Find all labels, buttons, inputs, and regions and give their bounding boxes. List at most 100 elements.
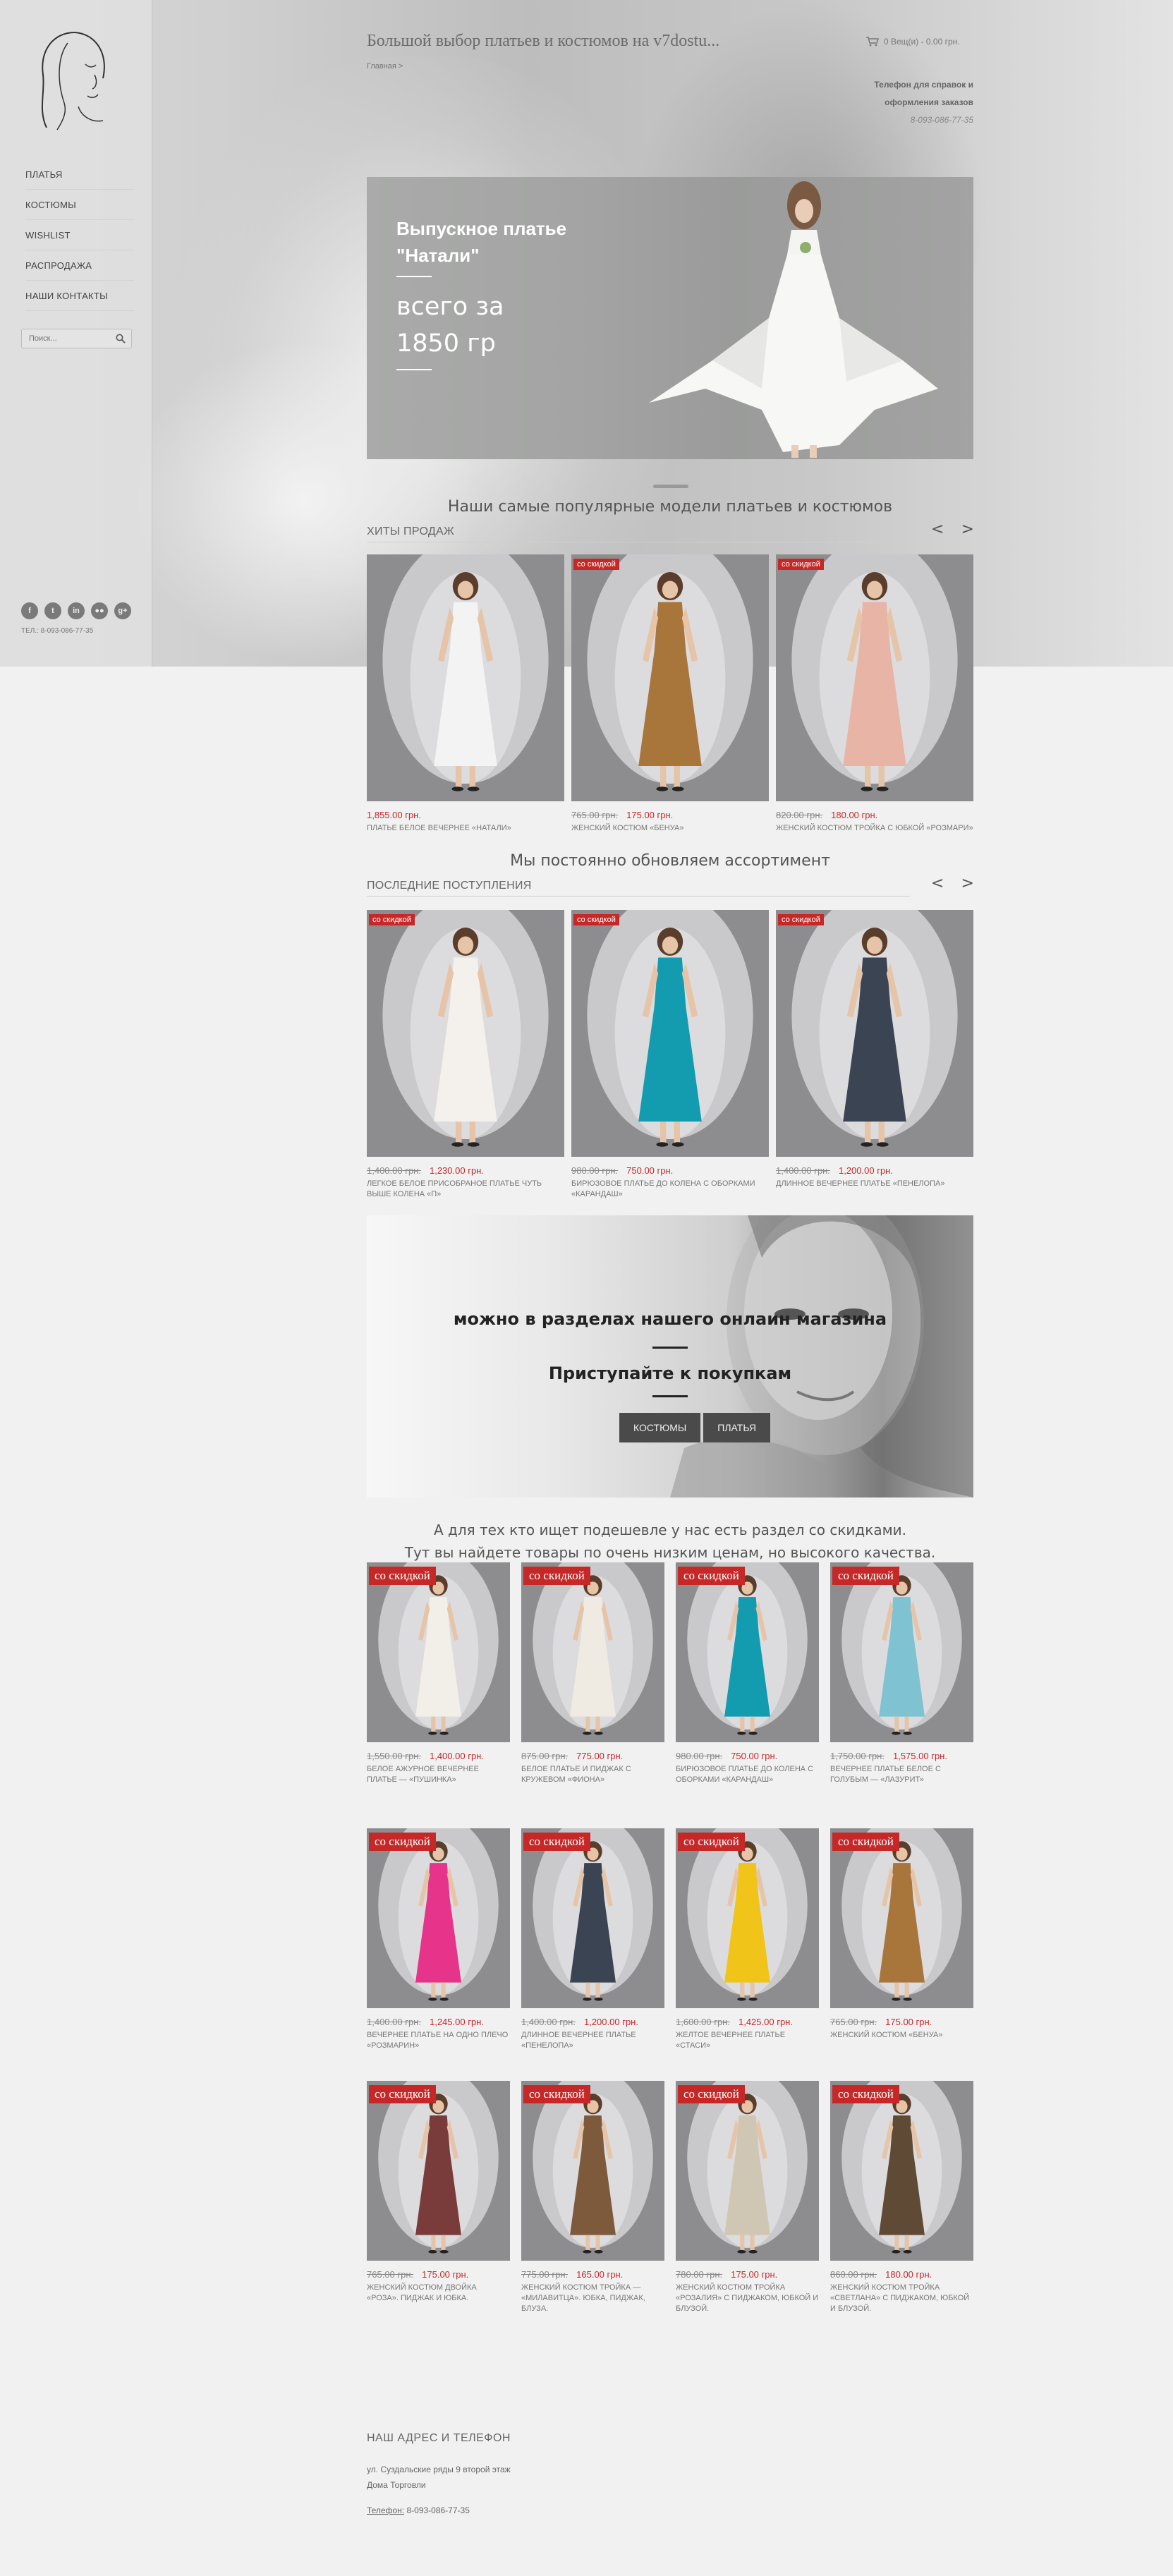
cart-summary[interactable]: 0 Вещ(и) - 0.00 грн. bbox=[866, 37, 960, 47]
product-prices: 1,600.00 грн. 1,425.00 грн. bbox=[676, 2017, 819, 2027]
google-plus-icon[interactable]: g+ bbox=[114, 602, 131, 619]
product-card[interactable]: со скидкой 1,400.00 грн. 1,230.00 грн. ЛЕГК… bbox=[367, 910, 564, 1200]
banner-face-image bbox=[670, 1215, 973, 1497]
product-image[interactable]: со скидкой bbox=[521, 1828, 664, 2008]
discount-badge: со скидкой bbox=[678, 1833, 745, 1851]
product-prices: 980.00 грн. 750.00 грн. bbox=[571, 1165, 769, 1176]
product-name[interactable]: ЖЕНСКИЙ КОСТЮМ ДВОЙКА «РОЗА». ПИДЖАК И Ю… bbox=[367, 2283, 510, 2304]
product-name[interactable]: ВЕЧЕРНЕЕ ПЛАТЬЕ НА ОДНО ПЛЕЧО «РОЗМАРИН» bbox=[367, 2030, 510, 2051]
product-prices: 860.00 грн. 180.00 грн. bbox=[830, 2269, 973, 2280]
product-image[interactable]: со скидкой bbox=[676, 2081, 819, 2261]
product-name[interactable]: БИРЮЗОВОЕ ПЛАТЬЕ ДО КОЛЕНА С ОБОРКАМИ «К… bbox=[571, 1179, 769, 1200]
product-card[interactable]: со скидкой 1,550.00 грн. 1,400.00 грн. БЕЛО… bbox=[367, 1562, 510, 1785]
product-name[interactable]: ЖЕНСКИЙ КОСТЮМ ТРОЙКА «РОЗАЛИЯ» С ПИДЖАК… bbox=[676, 2283, 819, 2314]
discount-badge: со скидкой bbox=[369, 1833, 436, 1851]
product-card[interactable]: со скидкой 1,400.00 грн. 1,200.00 грн. ДЛИН… bbox=[521, 1828, 664, 2051]
product-model-image bbox=[367, 554, 564, 801]
product-name[interactable]: ПЛАТЬЕ БЕЛОЕ ВЕЧЕРНЕЕ «НАТАЛИ» bbox=[367, 823, 564, 834]
product-card[interactable]: со скидкой 780.00 грн. 175.00 грн. ЖЕНСКИЙ … bbox=[676, 2081, 819, 2314]
product-image[interactable]: со скидкой bbox=[521, 1562, 664, 1742]
product-image[interactable]: со скидкой bbox=[367, 1828, 510, 2008]
product-model-image bbox=[676, 1562, 819, 1742]
old-price: 780.00 грн. bbox=[676, 2269, 723, 2280]
product-image[interactable]: со скидкой bbox=[830, 2081, 973, 2261]
product-name[interactable]: ЖЕЛТОЕ ВЕЧЕРНЕЕ ПЛАТЬЕ «СТАСИ» bbox=[676, 2030, 819, 2051]
nav-item-suits[interactable]: КОСТЮМЫ bbox=[25, 190, 134, 220]
product-image[interactable]: со скидкой bbox=[521, 2081, 664, 2261]
product-image[interactable]: со скидкой bbox=[676, 1828, 819, 2008]
dresses-button[interactable]: ПЛАТЬЯ bbox=[703, 1413, 771, 1442]
product-name[interactable]: БИРЮЗОВОЕ ПЛАТЬЕ ДО КОЛЕНА С ОБОРКАМИ «К… bbox=[676, 1764, 819, 1785]
current-price: 175.00 грн. bbox=[626, 810, 674, 820]
logo-icon[interactable] bbox=[25, 25, 124, 131]
flickr-icon[interactable]: ●● bbox=[91, 602, 108, 619]
twitter-icon[interactable]: t bbox=[44, 602, 61, 619]
product-card[interactable]: со скидкой 980.00 грн. 750.00 грн. БИРЮЗОВО… bbox=[676, 1562, 819, 1785]
product-prices: 765.00 грн. 175.00 грн. bbox=[367, 2269, 510, 2280]
search-icon[interactable] bbox=[116, 334, 126, 344]
product-card[interactable]: со скидкой 875.00 грн. 775.00 грн. БЕЛОЕ ПЛ… bbox=[521, 1562, 664, 1785]
product-name[interactable]: ДЛИННОЕ ВЕЧЕРНЕЕ ПЛАТЬЕ «ПЕНЕЛОПА» bbox=[776, 1179, 973, 1189]
chevron-right-icon[interactable]: > bbox=[961, 521, 973, 538]
product-name[interactable]: ЖЕНСКИЙ КОСТЮМ «БЕНУА» bbox=[571, 823, 769, 834]
product-card[interactable]: со скидкой 980.00 грн. 750.00 грн. БИРЮЗОВО… bbox=[571, 910, 769, 1200]
product-name[interactable]: ЖЕНСКИЙ КОСТЮМ ТРОЙКА С ЮБКОЙ «РОЗМАРИ» bbox=[776, 823, 973, 834]
product-image[interactable]: со скидкой bbox=[571, 554, 769, 801]
product-name[interactable]: БЕЛОЕ ПЛАТЬЕ И ПИДЖАК С КРУЖЕВОМ «ФИОНА» bbox=[521, 1764, 664, 1785]
product-image[interactable]: со скидкой bbox=[367, 1562, 510, 1742]
product-image[interactable]: со скидкой bbox=[776, 554, 973, 801]
product-prices: 1,550.00 грн. 1,400.00 грн. bbox=[367, 1751, 510, 1761]
product-image[interactable]: со скидкой bbox=[776, 910, 973, 1157]
product-card[interactable]: со скидкой 820.00 грн. 180.00 грн. ЖЕНСКИЙ … bbox=[776, 554, 973, 834]
chevron-right-icon[interactable]: > bbox=[961, 875, 973, 892]
product-model-image bbox=[830, 1828, 973, 2008]
chevron-left-icon[interactable]: < bbox=[931, 521, 944, 538]
discount-badge: со скидкой bbox=[678, 2085, 745, 2103]
product-card[interactable]: со скидкой 1,400.00 грн. 1,200.00 грн. ДЛИН… bbox=[776, 910, 973, 1189]
help-line2: оформления заказов bbox=[885, 97, 973, 107]
nav-item-contacts[interactable]: НАШИ КОНТАКТЫ bbox=[25, 281, 134, 311]
product-name[interactable]: ЖЕНСКИЙ КОСТЮМ ТРОЙКА — «МИЛАВИТЦА». ЮБК… bbox=[521, 2283, 664, 2314]
product-image[interactable]: со скидкой bbox=[830, 1828, 973, 2008]
product-card[interactable]: со скидкой 1,600.00 грн. 1,425.00 грн. ЖЕЛТ… bbox=[676, 1828, 819, 2051]
product-name[interactable]: БЕЛОЕ АЖУРНОЕ ВЕЧЕРНЕЕ ПЛАТЬЕ — «ПУШИНКА… bbox=[367, 1764, 510, 1785]
product-name[interactable]: ДЛИННОЕ ВЕЧЕРНЕЕ ПЛАТЬЕ «ПЕНЕЛОПА» bbox=[521, 2030, 664, 2051]
facebook-icon[interactable]: f bbox=[21, 602, 38, 619]
product-model-image bbox=[571, 910, 769, 1157]
product-card[interactable]: со скидкой 775.00 грн. 165.00 грн. ЖЕНСКИЙ … bbox=[521, 2081, 664, 2314]
product-card[interactable]: со скидкой 765.00 грн. 175.00 грн. ЖЕНСКИЙ … bbox=[571, 554, 769, 834]
product-prices: 980.00 грн. 750.00 грн. bbox=[676, 1751, 819, 1761]
search-input[interactable] bbox=[22, 329, 110, 348]
nav-item-dresses[interactable]: ПЛАТЬЯ bbox=[25, 159, 134, 190]
product-image[interactable]: со скидкой bbox=[830, 1562, 973, 1742]
current-price: 180.00 грн. bbox=[885, 2269, 932, 2280]
product-image[interactable]: со скидкой bbox=[571, 910, 769, 1157]
product-name[interactable]: ЖЕНСКИЙ КОСТЮМ «БЕНУА» bbox=[830, 2030, 973, 2041]
product-image[interactable]: со скидкой bbox=[676, 1562, 819, 1742]
promo-banner[interactable]: Выпускное платье "Натали" всего за 1850 … bbox=[367, 177, 973, 459]
cart-text: 0 Вещ(и) - 0.00 грн. bbox=[884, 37, 960, 47]
product-image[interactable]: со скидкой bbox=[367, 910, 564, 1157]
breadcrumb[interactable]: Главная > bbox=[367, 62, 403, 71]
product-prices: 780.00 грн. 175.00 грн. bbox=[676, 2269, 819, 2280]
latest-divider bbox=[367, 896, 910, 897]
current-price: 1,200.00 грн. bbox=[583, 2017, 638, 2027]
product-name[interactable]: ВЕЧЕРНЕЕ ПЛАТЬЕ БЕЛОЕ С ГОЛУБЫМ — «ЛАЗУР… bbox=[830, 1764, 973, 1785]
nav-item-sale[interactable]: РАСПРОДАЖА bbox=[25, 250, 134, 281]
slider-indicator[interactable] bbox=[653, 485, 688, 488]
popular-heading: Наши самые популярные модели платьев и к… bbox=[447, 498, 893, 516]
product-card[interactable]: 1,855.00 грн. ПЛАТЬЕ БЕЛОЕ ВЕЧЕРНЕЕ «НАТА… bbox=[367, 554, 564, 834]
product-card[interactable]: со скидкой 765.00 грн. 175.00 грн. ЖЕНСКИЙ … bbox=[830, 1828, 973, 2041]
product-name[interactable]: ЖЕНСКИЙ КОСТЮМ ТРОЙКА «СВЕТЛАНА» С ПИДЖА… bbox=[830, 2283, 973, 2314]
product-card[interactable]: со скидкой 1,750.00 грн. 1,575.00 грн. ВЕЧЕ… bbox=[830, 1562, 973, 1785]
chevron-left-icon[interactable]: < bbox=[931, 875, 944, 892]
product-image[interactable]: со скидкой bbox=[367, 2081, 510, 2261]
product-image[interactable] bbox=[367, 554, 564, 801]
product-card[interactable]: со скидкой 860.00 грн. 180.00 грн. ЖЕНСКИЙ … bbox=[830, 2081, 973, 2314]
product-card[interactable]: со скидкой 765.00 грн. 175.00 грн. ЖЕНСКИЙ … bbox=[367, 2081, 510, 2304]
linkedin-icon[interactable]: in bbox=[68, 602, 85, 619]
nav-item-wishlist[interactable]: WISHLIST bbox=[25, 220, 134, 250]
product-card[interactable]: со скидкой 1,400.00 грн. 1,245.00 грн. ВЕЧЕ… bbox=[367, 1828, 510, 2051]
suits-button[interactable]: КОСТЮМЫ bbox=[619, 1413, 701, 1442]
product-name[interactable]: ЛЕГКОЕ БЕЛОЕ ПРИСОБРАНОЕ ПЛАТЬЕ ЧУТЬ ВЫШ… bbox=[367, 1179, 564, 1200]
